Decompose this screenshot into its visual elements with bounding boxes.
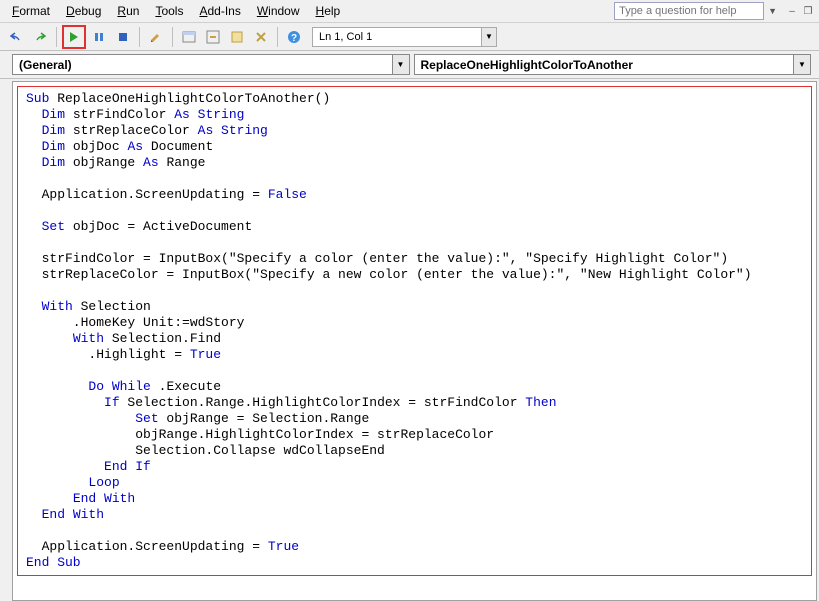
restore-icon[interactable]: ❐	[801, 5, 815, 17]
redo-button[interactable]	[29, 26, 51, 48]
menu-debug[interactable]: Debug	[58, 2, 109, 20]
svg-text:?: ?	[291, 33, 297, 44]
object-dropdown[interactable]: (General) ▼	[12, 54, 410, 75]
menu-bar: Format Debug Run Tools Add-Ins Window He…	[0, 0, 819, 23]
code-editor[interactable]: Sub ReplaceOneHighlightColorToAnother() …	[12, 81, 817, 601]
stop-button[interactable]	[112, 26, 134, 48]
minimize-icon[interactable]: –	[785, 5, 799, 17]
project-explorer-button[interactable]	[178, 26, 200, 48]
object-browser-button[interactable]	[226, 26, 248, 48]
menu-help[interactable]: Help	[308, 2, 349, 20]
object-proc-selector: (General) ▼ ReplaceOneHighlightColorToAn…	[0, 51, 819, 79]
procedure-dropdown[interactable]: ReplaceOneHighlightColorToAnother ▼	[414, 54, 812, 75]
help-dropdown-arrow-icon[interactable]: ▼	[768, 6, 777, 16]
position-indicator: Ln 1, Col 1	[312, 27, 482, 47]
toolbox-button[interactable]	[250, 26, 272, 48]
design-mode-button[interactable]	[145, 26, 167, 48]
chevron-down-icon: ▼	[793, 55, 810, 74]
run-button[interactable]	[62, 25, 86, 49]
code-text[interactable]: Sub ReplaceOneHighlightColorToAnother() …	[26, 91, 803, 571]
menu-window[interactable]: Window	[249, 2, 308, 20]
menu-tools[interactable]: Tools	[147, 2, 191, 20]
pause-button[interactable]	[88, 26, 110, 48]
menu-run[interactable]: Run	[109, 2, 147, 20]
menu-format[interactable]: Format	[4, 2, 58, 20]
toolbar: ? Ln 1, Col 1 ▼	[0, 23, 819, 51]
properties-button[interactable]	[202, 26, 224, 48]
menu-addins[interactable]: Add-Ins	[191, 2, 248, 20]
help-button[interactable]: ?	[283, 26, 305, 48]
help-search-input[interactable]	[614, 2, 764, 20]
position-dropdown-icon[interactable]: ▼	[482, 27, 497, 47]
chevron-down-icon: ▼	[392, 55, 409, 74]
undo-button[interactable]	[5, 26, 27, 48]
